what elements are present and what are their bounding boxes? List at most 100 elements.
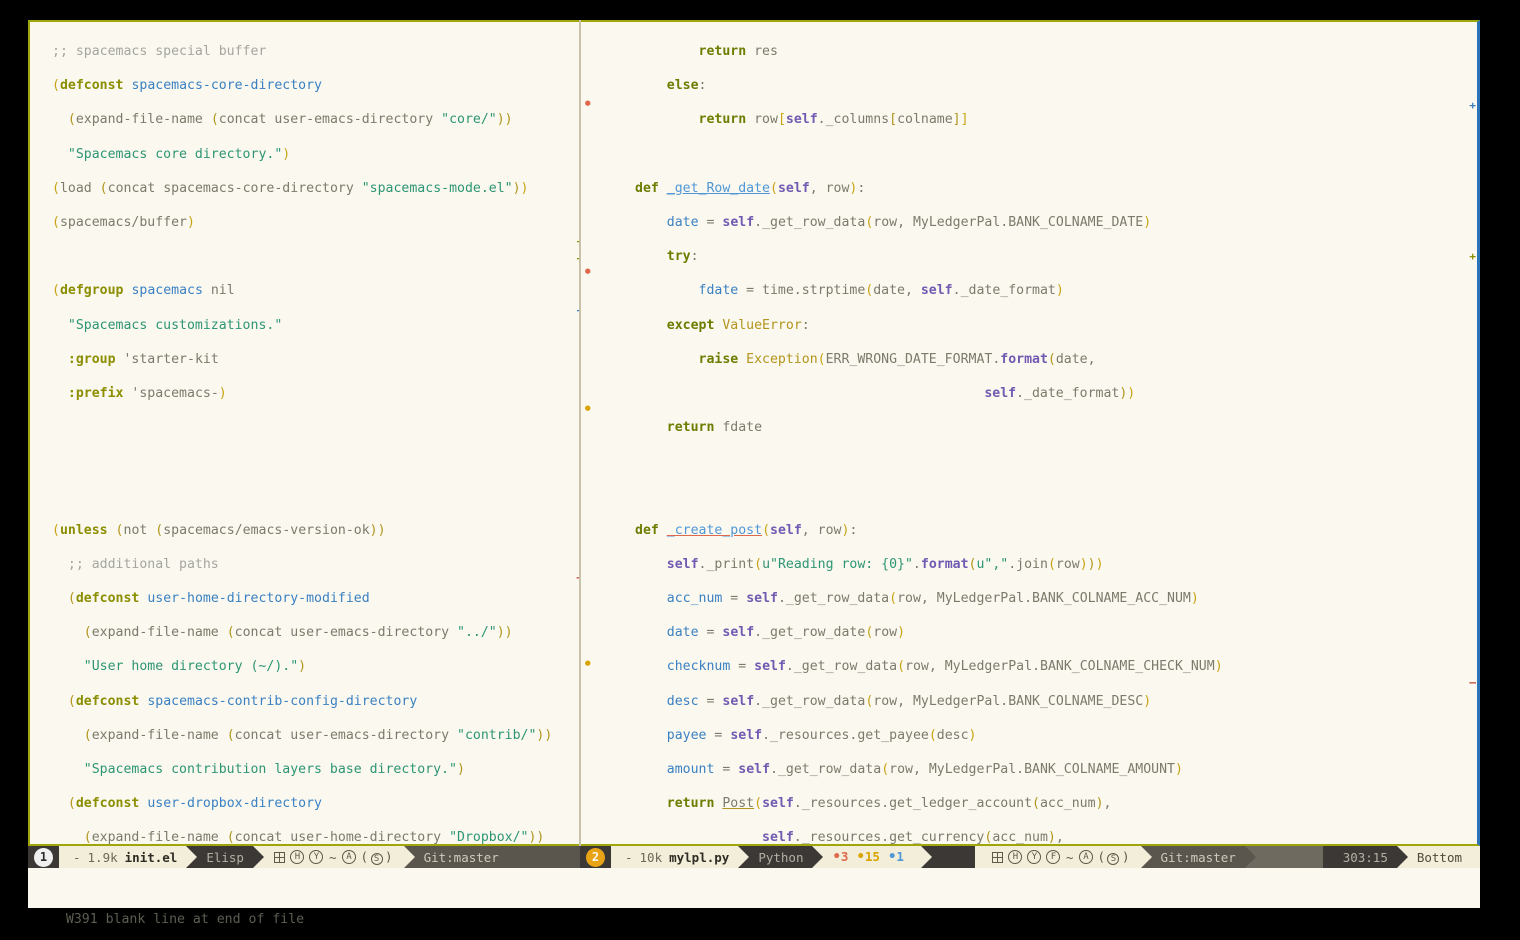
- vcs-label-right: Git:master: [1161, 850, 1236, 865]
- buffer-id-left[interactable]: - 1.9k init.el: [59, 846, 186, 868]
- code-line: [603, 453, 1477, 470]
- major-mode-right[interactable]: Python: [738, 846, 812, 868]
- code-line: (expand-file-name (concat user-emacs-dir…: [52, 727, 579, 744]
- mode-line-right: 2 - 10k mylpl.py Python •3 •15 •1 H Y F: [580, 846, 1480, 868]
- major-mode-label-left: Elisp: [206, 850, 244, 865]
- echo-area: W391 blank line at end of file: [28, 884, 1480, 908]
- code-line: checknum = self._get_row_data(row, MyLed…: [603, 658, 1477, 675]
- code-line: (spacemacs/buffer): [52, 214, 579, 231]
- vcs-label-left: Git:master: [424, 850, 499, 865]
- lint-info-count[interactable]: •1: [888, 849, 904, 865]
- code-area-elisp[interactable]: ;; spacemacs special buffer (defconst sp…: [30, 22, 579, 846]
- mode-line-row: 1 - 1.9k init.el Elisp H Y ~ A (S) Git:m…: [28, 846, 1480, 868]
- buffer-size-left: 1.9k: [88, 850, 118, 865]
- code-line: [52, 488, 579, 505]
- code-line: desc = self._get_row_data(row, MyLedgerP…: [603, 693, 1477, 710]
- code-line: self._print(u"Reading row: {0}".format(u…: [603, 556, 1477, 573]
- code-line: payee = self._resources.get_payee(desc): [603, 727, 1477, 744]
- code-line: "Spacemacs contribution layers base dire…: [52, 761, 579, 778]
- window-init-el[interactable]: + + + – ;; spacemacs special buffer (def…: [28, 20, 579, 846]
- window-area: + + + – ;; spacemacs special buffer (def…: [28, 20, 1480, 846]
- buffer-name-left: init.el: [125, 850, 178, 865]
- echo-message: W391 blank line at end of file: [66, 912, 304, 927]
- code-line: acc_num = self._get_row_data(row, MyLedg…: [603, 590, 1477, 607]
- scroll-position[interactable]: Bottom: [1397, 846, 1480, 868]
- code-line: (defconst user-dropbox-directory: [52, 795, 579, 812]
- code-line: fdate = time.strptime(date, self._date_f…: [603, 282, 1477, 299]
- cursor-position[interactable]: 303:15: [1323, 846, 1397, 868]
- code-line: (defgroup spacemacs nil: [52, 282, 579, 299]
- yas-icon[interactable]: Y: [309, 850, 323, 864]
- flycheck-icon[interactable]: F: [1046, 850, 1060, 864]
- minor-modes-left[interactable]: H Y ~ A (S): [253, 846, 404, 868]
- modified-indicator-right: -: [625, 850, 633, 865]
- emacs-frame: + + + – ;; spacemacs special buffer (def…: [28, 20, 1480, 884]
- window-number-right[interactable]: 2: [580, 846, 611, 868]
- grid-icon[interactable]: [992, 852, 1003, 863]
- mode-line-separator: [186, 846, 197, 868]
- code-line: ;; spacemacs special buffer: [52, 43, 579, 60]
- minor-modes-right[interactable]: H Y F ~ A (S): [975, 846, 1141, 868]
- code-line: date = self._get_row_date(row): [603, 624, 1477, 641]
- mode-line-left: 1 - 1.9k init.el Elisp H Y ~ A (S) Git:m…: [28, 846, 580, 868]
- code-line: return res: [603, 43, 1477, 60]
- code-line: "Spacemacs customizations.": [52, 317, 579, 334]
- code-line: except ValueError:: [603, 317, 1477, 334]
- tilde-icon[interactable]: ~: [1066, 850, 1074, 865]
- code-line: return Post(self._resources.get_ledger_a…: [603, 795, 1477, 812]
- code-line: [603, 146, 1477, 163]
- code-line: :prefix 'spacemacs-): [52, 385, 579, 402]
- tilde-icon[interactable]: ~: [329, 850, 337, 865]
- code-area-python[interactable]: return res else: return row[self._column…: [581, 22, 1477, 846]
- code-line: return fdate: [603, 419, 1477, 436]
- cursor-position-label: 303:15: [1343, 850, 1388, 865]
- code-line: (defconst spacemacs-contrib-config-direc…: [52, 693, 579, 710]
- window-number-badge: 1: [34, 848, 53, 867]
- modified-indicator-left: -: [73, 850, 81, 865]
- spell-icon[interactable]: (S): [1097, 849, 1129, 865]
- code-line: else:: [603, 77, 1477, 94]
- code-line: return row[self._columns[colname]]: [603, 111, 1477, 128]
- code-line: "User home directory (~/)."): [52, 658, 579, 675]
- code-line: def _create_post(self, row):: [603, 522, 1477, 539]
- flycheck-status[interactable]: •3 •15 •1: [812, 846, 920, 868]
- mode-line-separator: [253, 846, 264, 868]
- window-number-left[interactable]: 1: [28, 846, 59, 868]
- vcs-right[interactable]: Git:master: [1141, 846, 1245, 868]
- code-line: (expand-file-name (concat user-emacs-dir…: [52, 111, 579, 128]
- major-mode-label-right: Python: [758, 850, 803, 865]
- code-line: raise Exception(ERR_WRONG_DATE_FORMAT.fo…: [603, 351, 1477, 368]
- mode-line-separator: [738, 846, 749, 868]
- code-line: (defconst spacemacs-core-directory: [52, 77, 579, 94]
- helm-icon[interactable]: H: [1008, 850, 1022, 864]
- auto-complete-icon[interactable]: A: [1079, 850, 1093, 864]
- mode-line-separator: [921, 846, 932, 868]
- code-line: [603, 488, 1477, 505]
- code-line: def _get_Row_date(self, row):: [603, 180, 1477, 197]
- code-line: (unless (not (spacemacs/emacs-version-ok…: [52, 522, 579, 539]
- code-line: [52, 419, 579, 436]
- lint-error-count[interactable]: •3: [832, 849, 848, 865]
- code-line: [52, 453, 579, 470]
- spell-icon[interactable]: (S): [361, 849, 393, 865]
- code-line: (defconst user-home-directory-modified: [52, 590, 579, 607]
- mode-line-separator: [812, 846, 823, 868]
- code-line: "Spacemacs core directory."): [52, 146, 579, 163]
- code-line: ;; additional paths: [52, 556, 579, 573]
- code-line: amount = self._get_row_data(row, MyLedge…: [603, 761, 1477, 778]
- helm-icon[interactable]: H: [290, 850, 304, 864]
- mode-line-separator: [1397, 846, 1408, 868]
- lint-warning-count[interactable]: •15: [856, 849, 880, 865]
- buffer-size-right: 10k: [640, 850, 663, 865]
- mode-line-filler: [1245, 846, 1323, 868]
- code-line: date = self._get_row_data(row, MyLedgerP…: [603, 214, 1477, 231]
- auto-complete-icon[interactable]: A: [342, 850, 356, 864]
- code-line: (expand-file-name (concat user-home-dire…: [52, 829, 579, 846]
- mode-line-separator: [1245, 846, 1256, 868]
- vcs-left[interactable]: Git:master: [404, 846, 580, 868]
- code-line: (expand-file-name (concat user-emacs-dir…: [52, 624, 579, 641]
- window-mylpl-py[interactable]: • • • • + + – return res else: return ro…: [581, 20, 1480, 846]
- grid-icon[interactable]: [274, 852, 285, 863]
- yas-icon[interactable]: Y: [1027, 850, 1041, 864]
- buffer-id-right[interactable]: - 10k mylpl.py: [611, 846, 738, 868]
